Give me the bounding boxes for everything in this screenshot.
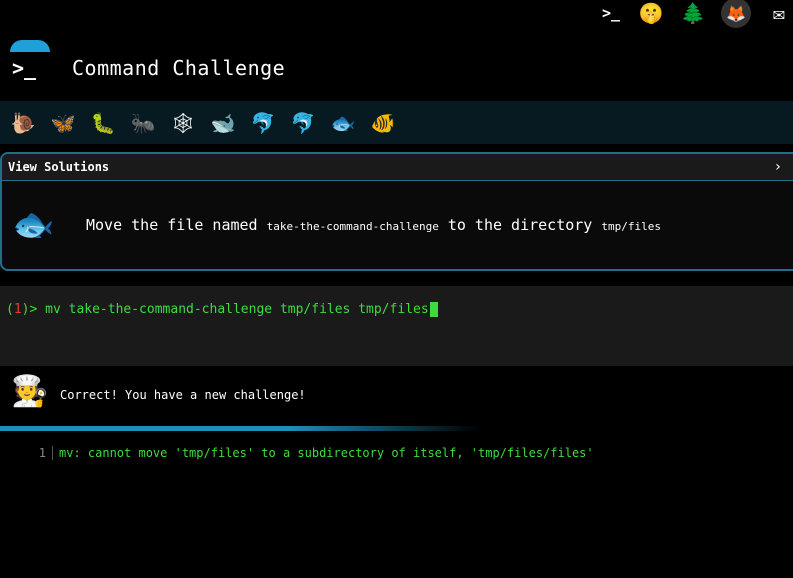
- command-line[interactable]: (1)> mv take-the-command-challenge tmp/f…: [6, 302, 438, 317]
- prompt-open: (: [6, 302, 14, 317]
- level-dolphin-grey-icon[interactable]: 🐬: [288, 108, 318, 138]
- gitlab-icon[interactable]: 🦊: [721, 0, 751, 28]
- output-line-number: 1: [28, 446, 53, 460]
- divider: [0, 426, 480, 431]
- challenge-text-1: Move the file named: [86, 216, 267, 234]
- tree-icon[interactable]: 🌲: [679, 0, 707, 27]
- top-icon-bar: >_ 🤫 🌲 🦊 ✉: [599, 0, 793, 28]
- prompt-logo-icon: >_: [12, 56, 37, 80]
- level-fish-icon[interactable]: 🐟: [328, 108, 358, 138]
- page-title: Command Challenge: [72, 56, 286, 80]
- challenge-text-2: to the directory: [438, 216, 602, 234]
- challenge-text: Move the file named take-the-command-cha…: [86, 216, 661, 234]
- logo[interactable]: >_: [8, 40, 52, 84]
- terminal-input[interactable]: (1)> mv take-the-command-challenge tmp/f…: [0, 286, 793, 366]
- level-tropical-fish-icon[interactable]: 🐠: [368, 108, 398, 138]
- level-ant-icon[interactable]: 🐜: [128, 108, 158, 138]
- command-text[interactable]: mv take-the-command-challenge tmp/files …: [37, 302, 429, 317]
- challenge-code-dir: tmp/files: [601, 220, 661, 233]
- logo-cap: [10, 40, 50, 52]
- text-cursor: [429, 302, 438, 317]
- output-line: 1 mv: cannot move 'tmp/files' to a subdi…: [28, 446, 594, 460]
- level-dolphin-icon[interactable]: 🐬: [248, 108, 278, 138]
- level-whale-icon[interactable]: 🐋: [208, 108, 238, 138]
- challenge-panel: View Solutions › 🐟 Move the file named t…: [0, 152, 793, 271]
- chef-avatar-icon: 🧑‍🍳: [11, 373, 49, 409]
- prompt-number: 1: [13, 302, 22, 317]
- challenge-description: 🐟 Move the file named take-the-command-c…: [2, 181, 793, 269]
- output-text: mv: cannot move 'tmp/files' to a subdire…: [59, 446, 594, 460]
- fish-icon: 🐟: [12, 205, 55, 245]
- prompt-close: )>: [21, 302, 38, 317]
- prompt-icon[interactable]: >_: [599, 0, 623, 27]
- feedback-message: Correct! You have a new challenge!: [60, 388, 306, 402]
- view-solutions-label: View Solutions: [8, 160, 110, 174]
- level-butterfly-icon[interactable]: 🦋: [48, 108, 78, 138]
- shushing-face-icon[interactable]: 🤫: [637, 0, 665, 27]
- level-spider-web-icon[interactable]: 🕸: [168, 108, 198, 138]
- mail-icon[interactable]: ✉: [765, 0, 793, 27]
- level-bar: 🐌 🦋 🐛 🐜 🕸 🐋 🐬 🐬 🐟 🐠: [0, 101, 793, 144]
- view-solutions-toggle[interactable]: View Solutions ›: [2, 154, 793, 181]
- level-caterpillar-icon[interactable]: 🐛: [88, 108, 118, 138]
- level-snail-icon[interactable]: 🐌: [8, 108, 38, 138]
- challenge-code-file: take-the-command-challenge: [266, 220, 439, 233]
- chevron-right-icon[interactable]: ›: [774, 159, 788, 175]
